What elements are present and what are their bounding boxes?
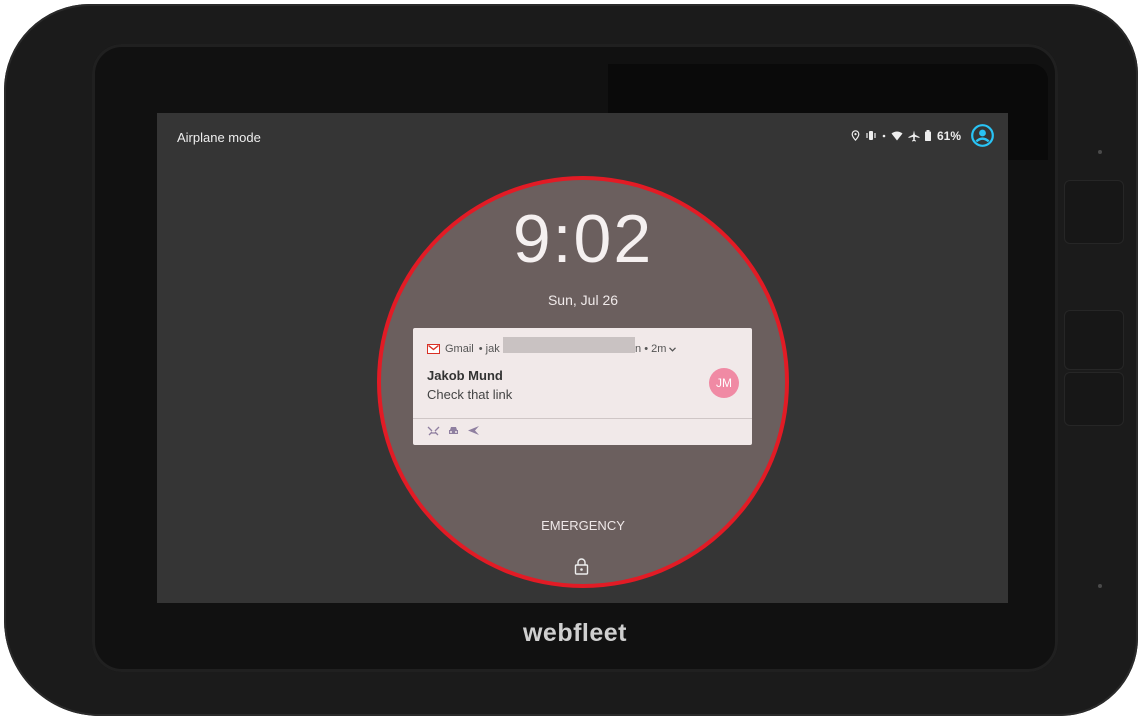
lock-screen[interactable]: Airplane mode 61% 9:02 Sun, Jul 26 Gmail… (157, 113, 1008, 603)
notification-message: Check that link (427, 387, 513, 402)
gmail-icon (427, 344, 440, 354)
chevron-down-icon[interactable] (669, 346, 677, 352)
vibrate-icon (865, 130, 877, 141)
notification-time-ago: • 2m (644, 343, 667, 355)
sensor-dot (1098, 584, 1102, 588)
indicator-led (1098, 150, 1102, 154)
power-button[interactable] (1064, 180, 1124, 244)
volume-up-button[interactable] (1064, 310, 1124, 370)
notification-time: n • 2m (635, 343, 677, 355)
notification-sender: Jakob Mund (427, 368, 503, 383)
notification-app-name: Gmail (445, 343, 474, 355)
car-icon[interactable] (448, 425, 459, 436)
reply-icon[interactable] (467, 425, 480, 436)
status-icons: 61% (851, 124, 994, 147)
lock-date: Sun, Jul 26 (547, 292, 619, 308)
battery-percentage: 61% (936, 128, 961, 143)
sender-avatar: JM (709, 368, 739, 398)
account-icon[interactable] (971, 124, 994, 147)
gmail-notification[interactable]: Gmail • jak n • 2m Jakob Mund Check that… (413, 328, 752, 445)
location-icon (851, 130, 860, 141)
brand-logo: webfleet (522, 619, 628, 647)
redacted-email (503, 337, 635, 353)
separator-dot-icon (882, 130, 886, 141)
highlight-circle: 9:02 Sun, Jul 26 Gmail • jak n • 2m Jako… (381, 180, 785, 584)
airplane-icon (908, 130, 920, 142)
volume-down-button[interactable] (1064, 372, 1124, 426)
wifi-icon (891, 131, 903, 141)
notification-divider (413, 418, 752, 419)
archive-icon[interactable] (427, 425, 440, 436)
battery-icon (924, 130, 931, 141)
notification-account: • jak (478, 343, 500, 355)
account-suffix: n (635, 343, 642, 355)
lock-icon[interactable] (574, 558, 589, 580)
notification-header: Gmail • jak (427, 343, 500, 355)
airplane-mode-label: Airplane mode (177, 130, 261, 145)
emergency-button[interactable]: EMERGENCY (381, 518, 785, 533)
lock-clock: 9:02 (512, 201, 654, 277)
notification-actions (427, 425, 480, 436)
